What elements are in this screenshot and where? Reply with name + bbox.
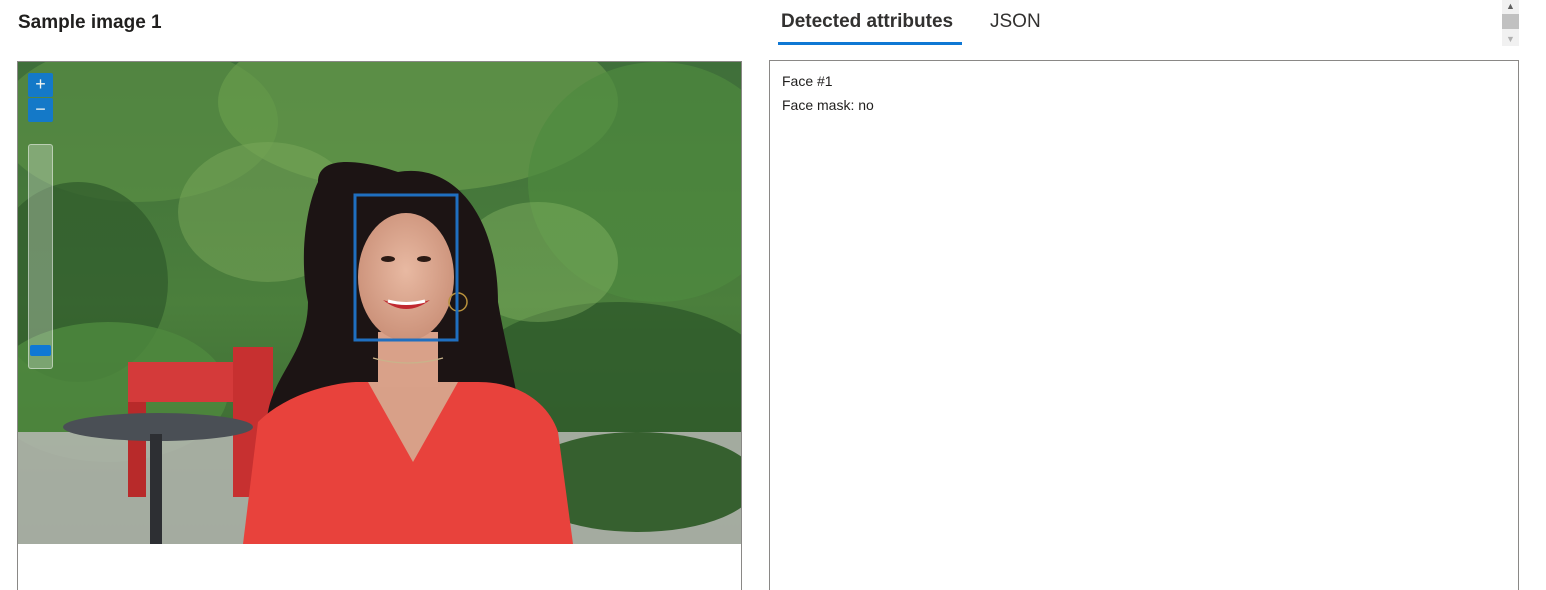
page-scrollbar[interactable]: ▲ ▼ <box>1502 0 1519 46</box>
zoom-slider[interactable] <box>28 144 53 369</box>
sample-image-title: Sample image 1 <box>18 12 162 33</box>
face-detection-page: Sample image 1 + − Detected attributes J… <box>0 0 1546 590</box>
tab-json[interactable]: JSON <box>990 11 1041 33</box>
chevron-down-icon[interactable]: ▼ <box>1502 33 1519 45</box>
scrollbar-thumb[interactable] <box>1502 14 1519 29</box>
image-viewer[interactable]: + − <box>17 61 742 590</box>
selected-tab-indicator <box>778 42 962 45</box>
zoom-out-button[interactable]: − <box>28 98 53 122</box>
face-label: Face #1 <box>782 73 833 89</box>
zoom-in-button[interactable]: + <box>28 73 53 97</box>
tab-detected-attributes[interactable]: Detected attributes <box>781 11 953 33</box>
chevron-up-icon[interactable]: ▲ <box>1502 0 1519 12</box>
sample-photo <box>18 62 741 544</box>
detected-attributes-panel: Face #1 Face mask: no <box>769 60 1519 590</box>
face-mask-attribute: Face mask: no <box>782 97 874 113</box>
zoom-slider-thumb[interactable] <box>30 344 51 356</box>
